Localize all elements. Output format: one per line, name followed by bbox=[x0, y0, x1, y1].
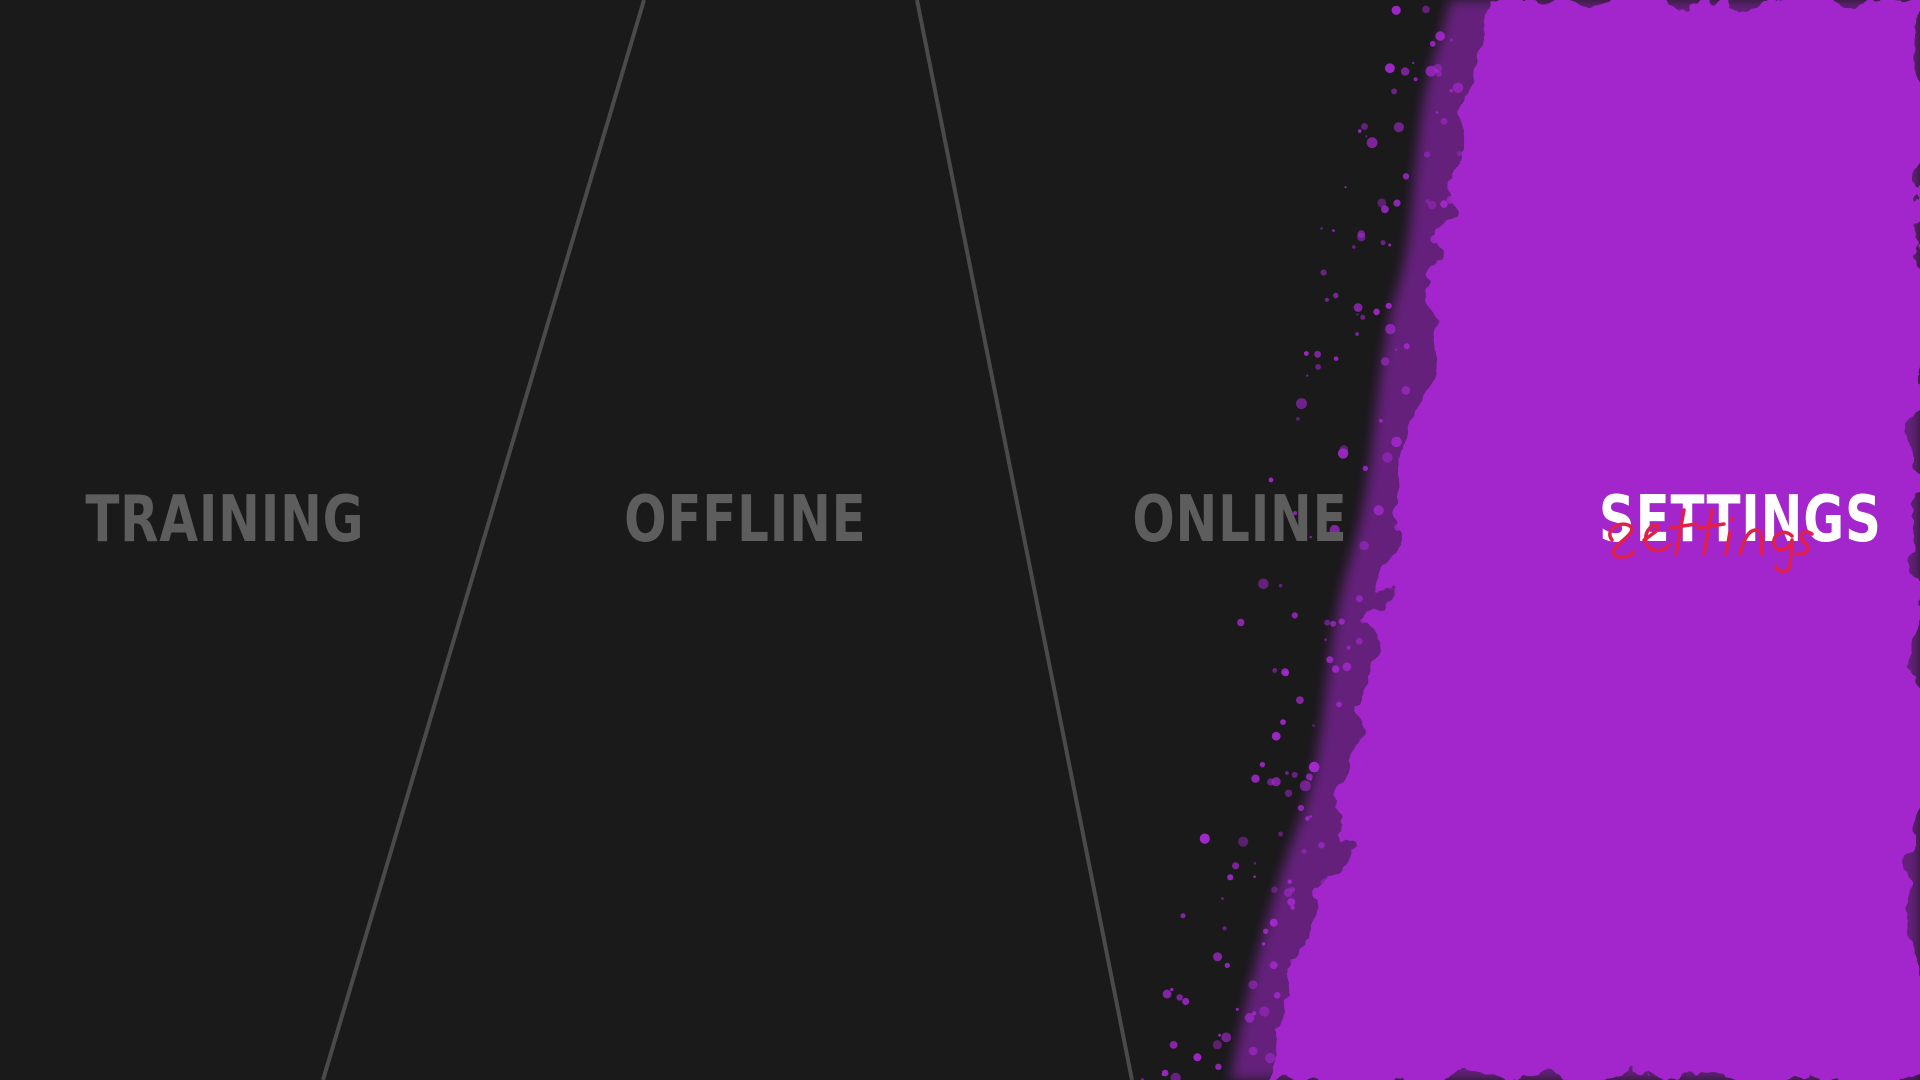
main-menu-screen: TRAINING OFFLINE ONLINE SETTINGS bbox=[0, 0, 1920, 1080]
menu-item-online-label: ONLINE bbox=[1132, 483, 1348, 557]
menu-item-online[interactable]: ONLINE bbox=[1080, 470, 1400, 570]
menu-item-offline-label: OFFLINE bbox=[623, 483, 867, 557]
menu-item-training-label: TRAINING bbox=[85, 483, 365, 557]
menu-item-training[interactable]: TRAINING bbox=[60, 470, 390, 570]
menu-item-offline[interactable]: OFFLINE bbox=[580, 470, 910, 570]
handwritten-script-decoration bbox=[1608, 508, 1814, 573]
